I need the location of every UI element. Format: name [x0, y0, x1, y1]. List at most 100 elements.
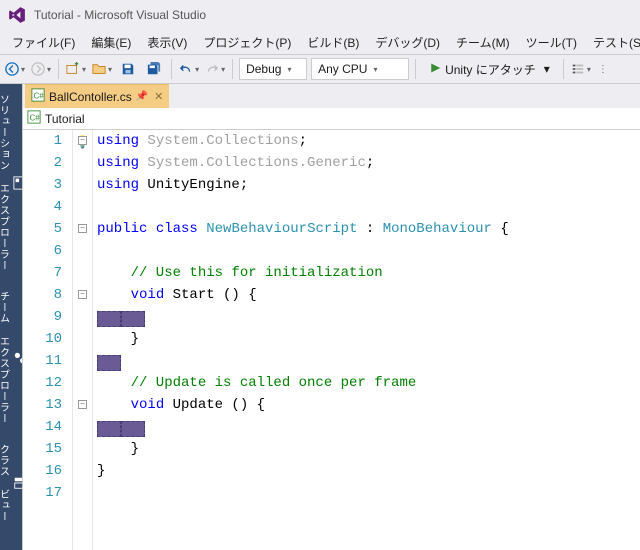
- code-line[interactable]: [97, 482, 640, 504]
- code-line[interactable]: void Start () {: [97, 284, 640, 306]
- whitespace-block: [97, 355, 121, 371]
- config-combo[interactable]: Debug ▾: [239, 58, 307, 80]
- main-area: ソリューション エクスプローラー チーム エクスプローラー クラス ビュー C#…: [0, 84, 640, 550]
- menu-team[interactable]: チーム(M): [448, 31, 518, 54]
- code-line[interactable]: [97, 306, 640, 328]
- toolbar: ▾ ▾ ▾ ▾ ▾ ▾ Debug ▾ Any CPU ▾ Unity: [0, 54, 640, 84]
- new-project-button[interactable]: ▾: [65, 58, 87, 80]
- menu-test[interactable]: テスト(S): [585, 31, 640, 54]
- whitespace-block: [121, 421, 145, 437]
- separator: [415, 59, 416, 79]
- sidebar-tab-label: チーム エクスプローラー: [0, 291, 11, 424]
- undo-button[interactable]: ▾: [178, 58, 200, 80]
- nav-back-button[interactable]: ▾: [4, 58, 26, 80]
- line-number: 16: [23, 460, 62, 482]
- separator: [171, 59, 172, 79]
- csharp-project-icon: C#: [27, 110, 41, 127]
- menu-tools[interactable]: ツール(T): [518, 31, 585, 54]
- line-number: 13: [23, 394, 62, 416]
- sidebar-tab-label: クラス ビュー: [0, 444, 11, 522]
- code-line[interactable]: }: [97, 328, 640, 350]
- config-combo-value: Debug: [246, 62, 281, 76]
- side-tab-strip: ソリューション エクスプローラー チーム エクスプローラー クラス ビュー: [0, 84, 22, 550]
- menu-project[interactable]: プロジェクト(P): [195, 31, 299, 54]
- line-number: 15: [23, 438, 62, 460]
- pin-icon[interactable]: 📌: [136, 91, 148, 102]
- whitespace-block: [97, 311, 121, 327]
- nav-bar-project: Tutorial: [45, 112, 85, 126]
- fold-toggle[interactable]: −: [78, 400, 87, 409]
- line-number-gutter: 1234567891011121314151617: [23, 130, 73, 550]
- code-line[interactable]: // Update is called once per frame: [97, 372, 640, 394]
- code-line[interactable]: [97, 350, 640, 372]
- separator: [563, 59, 564, 79]
- line-number: 10: [23, 328, 62, 350]
- code-line[interactable]: using System.Collections.Generic;: [97, 152, 640, 174]
- redo-button[interactable]: ▾: [204, 58, 226, 80]
- line-number: 9: [23, 306, 62, 328]
- code-line[interactable]: [97, 196, 640, 218]
- close-icon[interactable]: ✕: [154, 90, 163, 103]
- csharp-file-icon: C#: [31, 88, 45, 105]
- code-line[interactable]: [97, 240, 640, 262]
- separator: [232, 59, 233, 79]
- editor-panel: C# BallContoller.cs 📌 ✕ C# Tutorial 1234…: [22, 84, 640, 550]
- code-line[interactable]: [97, 416, 640, 438]
- line-number: 14: [23, 416, 62, 438]
- line-number: 7: [23, 262, 62, 284]
- separator: [58, 59, 59, 79]
- line-number: 12: [23, 372, 62, 394]
- menu-debug[interactable]: デバッグ(D): [367, 31, 448, 54]
- file-tab-row: C# BallContoller.cs 📌 ✕: [23, 84, 640, 108]
- visual-studio-logo-icon: [8, 6, 26, 24]
- save-button[interactable]: [117, 58, 139, 80]
- line-number: 4: [23, 196, 62, 218]
- menu-bar: ファイル(F) 編集(E) 表示(V) プロジェクト(P) ビルド(B) デバッ…: [0, 30, 640, 54]
- line-number: 8: [23, 284, 62, 306]
- code-line[interactable]: }: [97, 438, 640, 460]
- window-title: Tutorial - Microsoft Visual Studio: [34, 8, 206, 22]
- code-line[interactable]: using UnityEngine;: [97, 174, 640, 196]
- line-number: 17: [23, 482, 62, 504]
- code-line[interactable]: }: [97, 460, 640, 482]
- fold-toggle[interactable]: −: [78, 136, 87, 145]
- nav-bar[interactable]: C# Tutorial: [23, 108, 640, 130]
- svg-text:C#: C#: [30, 114, 41, 123]
- title-bar: Tutorial - Microsoft Visual Studio: [0, 0, 640, 30]
- code-line[interactable]: public class NewBehaviourScript : MonoBe…: [97, 218, 640, 240]
- attach-label: Unity にアタッチ: [445, 61, 536, 78]
- code-line[interactable]: using System.Collections;: [97, 130, 640, 152]
- platform-combo-value: Any CPU: [318, 62, 367, 76]
- line-number: 1: [23, 130, 62, 152]
- file-tab-active[interactable]: C# BallContoller.cs 📌 ✕: [25, 84, 169, 108]
- file-tab-name: BallContoller.cs: [49, 90, 132, 104]
- svg-text:C#: C#: [34, 92, 45, 101]
- code-line[interactable]: void Update () {: [97, 394, 640, 416]
- platform-combo[interactable]: Any CPU ▾: [311, 58, 409, 80]
- line-number: 6: [23, 240, 62, 262]
- open-file-button[interactable]: ▾: [91, 58, 113, 80]
- line-number: 11: [23, 350, 62, 372]
- code-line[interactable]: // Use this for initialization: [97, 262, 640, 284]
- sidebar-tab-label: ソリューション エクスプローラー: [0, 94, 11, 271]
- whitespace-block: [97, 421, 121, 437]
- attach-unity-button[interactable]: Unity にアタッチ ▾: [422, 58, 557, 80]
- whitespace-block: [121, 311, 145, 327]
- nav-fwd-button[interactable]: ▾: [30, 58, 52, 80]
- line-number: 3: [23, 174, 62, 196]
- menu-view[interactable]: 表示(V): [139, 31, 195, 54]
- fold-toggle[interactable]: −: [78, 224, 87, 233]
- settings-button[interactable]: ▾: [570, 58, 592, 80]
- overflow-button[interactable]: ⋮: [596, 58, 610, 80]
- code-content[interactable]: using System.Collections;using System.Co…: [93, 130, 640, 550]
- line-number: 5: [23, 218, 62, 240]
- save-all-button[interactable]: [143, 58, 165, 80]
- menu-build[interactable]: ビルド(B): [299, 31, 367, 54]
- line-number: 2: [23, 152, 62, 174]
- glyph-margin: 💡 −−−−: [73, 130, 93, 550]
- fold-toggle[interactable]: −: [78, 290, 87, 299]
- play-icon: [429, 62, 441, 77]
- menu-file[interactable]: ファイル(F): [4, 31, 83, 54]
- menu-edit[interactable]: 編集(E): [83, 31, 139, 54]
- code-editor[interactable]: 1234567891011121314151617 💡 −−−− using S…: [23, 130, 640, 550]
